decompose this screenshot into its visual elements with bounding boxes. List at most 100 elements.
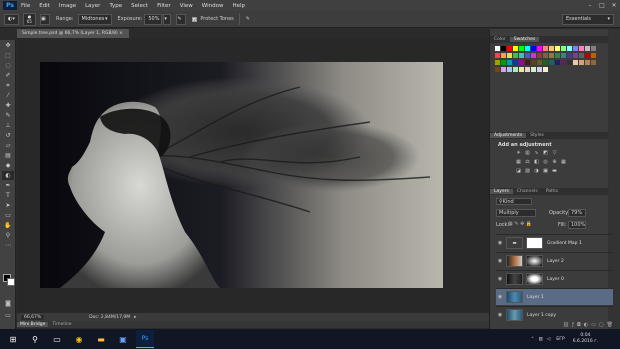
link-icon[interactable]: ⛓ xyxy=(563,322,569,329)
brush-panel-toggle[interactable]: ▣ xyxy=(39,13,50,25)
gradient-tool-icon[interactable]: ▤ xyxy=(2,151,14,160)
curves-icon[interactable]: ∿ xyxy=(533,150,540,156)
color-swatch[interactable] xyxy=(591,53,596,58)
color-swatch[interactable] xyxy=(585,53,590,58)
color-swatch[interactable] xyxy=(555,46,560,51)
crop-tool-icon[interactable]: ⌗ xyxy=(2,81,14,90)
color-swatch[interactable] xyxy=(537,53,542,58)
color-swatch[interactable] xyxy=(543,60,548,65)
color-swatch[interactable] xyxy=(573,46,578,51)
invert-icon[interactable]: ◪ xyxy=(515,168,522,174)
opacity-input[interactable]: 79% xyxy=(568,209,586,217)
color-swatch[interactable] xyxy=(561,53,566,58)
layer-filter-kind[interactable]: ⚲ Kind xyxy=(496,198,532,205)
color-swatch[interactable] xyxy=(501,46,506,51)
color-swatch[interactable] xyxy=(525,53,530,58)
threshold-icon[interactable]: ◑ xyxy=(533,168,540,174)
color-swatch[interactable] xyxy=(525,60,530,65)
color-swatch[interactable] xyxy=(573,60,578,65)
color-swatch[interactable] xyxy=(567,46,572,51)
exposure-input[interactable]: 50% xyxy=(144,13,163,25)
color-swatch[interactable] xyxy=(507,67,512,72)
chrome-icon[interactable]: ◉ xyxy=(70,330,88,348)
color-swatch[interactable] xyxy=(495,60,500,65)
color-swatch[interactable] xyxy=(501,60,506,65)
search-icon[interactable]: ⚲ xyxy=(26,330,44,348)
layer-row[interactable]: ◉ Layer 1 copy xyxy=(496,306,613,323)
color-swatch[interactable] xyxy=(513,46,518,51)
black-white-icon[interactable]: ◧ xyxy=(533,159,540,165)
maximize-button[interactable]: □ xyxy=(596,2,608,9)
eyedropper-tool-icon[interactable]: ⁄ xyxy=(2,91,14,100)
menu-image[interactable]: Image xyxy=(59,3,76,9)
volume-icon[interactable]: ◁ xyxy=(547,337,550,342)
exposure-icon[interactable]: ◩ xyxy=(542,150,549,156)
color-swatch[interactable] xyxy=(537,67,542,72)
blur-tool-icon[interactable]: ◆ xyxy=(2,161,14,170)
color-swatch[interactable] xyxy=(549,46,554,51)
screen-mode-icon[interactable]: ▭ xyxy=(2,311,14,320)
color-swatch[interactable] xyxy=(495,46,500,51)
color-swatch[interactable] xyxy=(579,53,584,58)
workspace-select[interactable]: Essentials ▾ xyxy=(562,13,614,25)
color-swatch[interactable] xyxy=(531,60,536,65)
levels-icon[interactable]: ▥ xyxy=(524,150,531,156)
gradient-map-icon[interactable]: ▬ xyxy=(551,168,558,174)
color-swatch[interactable] xyxy=(543,53,548,58)
menu-filter[interactable]: Filter xyxy=(157,3,171,9)
brush-size-picker[interactable]: ● 65 xyxy=(22,12,36,26)
layer-row-selected[interactable]: ◉ Layer 1 xyxy=(496,288,613,305)
menu-type[interactable]: Type xyxy=(109,3,122,9)
dodge-tool-icon[interactable]: ◐ xyxy=(2,171,14,180)
tab-styles[interactable]: Styles xyxy=(526,133,548,138)
hue-saturation-icon[interactable]: ▦ xyxy=(515,159,522,165)
minimize-button[interactable]: – xyxy=(584,2,596,9)
color-swatch[interactable] xyxy=(531,46,536,51)
network-icon[interactable]: ▥ xyxy=(538,337,542,342)
new-layer-icon[interactable]: ▢ xyxy=(599,322,604,329)
color-swatch[interactable] xyxy=(555,60,560,65)
vibrance-icon[interactable]: ▽ xyxy=(551,150,558,156)
tray-chevron-icon[interactable]: ⌃ xyxy=(531,337,535,342)
color-swatch[interactable] xyxy=(519,60,524,65)
posterize-icon[interactable]: ▨ xyxy=(524,168,531,174)
color-swatch[interactable] xyxy=(573,53,578,58)
path-selection-tool-icon[interactable]: ➤ xyxy=(2,201,14,210)
layer-row[interactable]: ◉ Layer 2 xyxy=(496,252,613,269)
menu-layer[interactable]: Layer xyxy=(85,3,100,9)
explorer-icon[interactable]: ▬ xyxy=(92,330,110,348)
tab-layers[interactable]: Layers xyxy=(490,189,513,194)
color-swatch[interactable] xyxy=(567,60,572,65)
color-swatch[interactable] xyxy=(507,60,512,65)
tab-timeline[interactable]: Timeline xyxy=(48,322,75,327)
visibility-eye-icon[interactable]: ◉ xyxy=(496,276,504,282)
visibility-eye-icon[interactable]: ◉ xyxy=(496,294,504,300)
quick-select-tool-icon[interactable]: ✐ xyxy=(2,71,14,80)
menu-select[interactable]: Select xyxy=(131,3,148,9)
color-swatch[interactable] xyxy=(537,60,542,65)
task-view-icon[interactable]: ▭ xyxy=(48,330,66,348)
zoom-tool-icon[interactable]: ⚲ xyxy=(2,231,14,240)
zoom-level[interactable]: 66,67% xyxy=(21,314,45,320)
color-swatch[interactable] xyxy=(495,67,500,72)
close-button[interactable]: ✕ xyxy=(608,2,620,9)
new-adjustment-icon[interactable]: ◐ xyxy=(584,322,588,329)
color-swatch[interactable] xyxy=(501,67,506,72)
history-brush-tool-icon[interactable]: ↺ xyxy=(2,131,14,140)
color-swatch[interactable] xyxy=(507,46,512,51)
tab-swatches[interactable]: Swatches xyxy=(509,37,540,42)
color-swatch[interactable] xyxy=(519,53,524,58)
tab-adjustments[interactable]: Adjustments xyxy=(490,133,527,138)
menu-file[interactable]: File xyxy=(21,3,30,9)
status-menu-arrow-icon[interactable]: ▸ xyxy=(134,315,136,320)
color-swatch[interactable] xyxy=(519,67,524,72)
store-icon[interactable]: ▣ xyxy=(114,330,132,348)
photo-filter-icon[interactable]: ◎ xyxy=(542,159,549,165)
color-swatch[interactable] xyxy=(543,46,548,51)
color-swatch[interactable] xyxy=(531,67,536,72)
eraser-tool-icon[interactable]: ▱ xyxy=(2,141,14,150)
shape-tool-icon[interactable]: ▭ xyxy=(2,211,14,220)
color-swatch[interactable] xyxy=(537,46,542,51)
menu-edit[interactable]: Edit xyxy=(39,3,50,9)
menu-view[interactable]: View xyxy=(180,3,193,9)
